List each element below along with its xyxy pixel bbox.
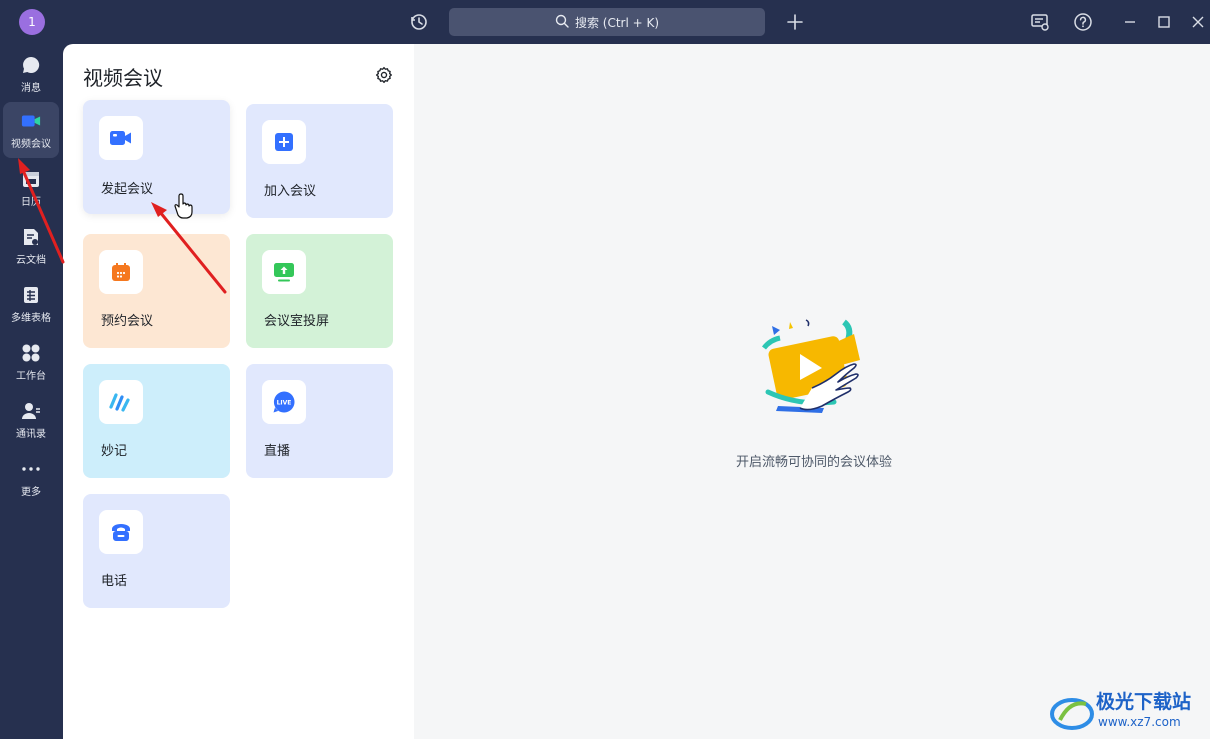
schedule-meeting-button[interactable]: 预约会议 [83, 234, 230, 348]
title-bar: 1 搜索 (Ctrl + K) [0, 0, 1210, 44]
start-meeting-button[interactable]: 发起会议 [83, 100, 230, 214]
table-icon [21, 285, 41, 305]
watermark-url: www.xz7.com [1098, 715, 1181, 729]
add-icon[interactable] [782, 9, 808, 35]
search-input[interactable]: 搜索 (Ctrl + K) [449, 8, 765, 36]
history-icon[interactable] [406, 9, 432, 35]
sidebar-item-video-meeting[interactable]: 视频会议 [3, 102, 59, 158]
search-placeholder: 搜索 (Ctrl + K) [574, 15, 660, 30]
more-dots-icon [21, 459, 41, 479]
calendar-icon [99, 250, 143, 294]
maximize-icon[interactable] [1151, 9, 1177, 35]
gear-icon[interactable] [373, 64, 395, 86]
card-label: 妙记 [101, 444, 128, 459]
minutes-icon [99, 380, 143, 424]
watermark-title: 极光下载站 [1096, 690, 1191, 713]
sidebar-item-bitable[interactable]: 多维表格 [3, 276, 59, 332]
video-meeting-panel: 视频会议 发起会议 加入会议 预约会议 会议室投屏 妙记 LIVE 直播 电话 [63, 44, 414, 739]
help-icon[interactable] [1070, 9, 1096, 35]
phone-button[interactable]: 电话 [83, 494, 230, 608]
cloud-doc-icon [21, 227, 41, 247]
minimize-icon[interactable] [1117, 9, 1143, 35]
sidebar-item-label: 云文档 [16, 254, 46, 266]
sidebar-item-label: 视频会议 [11, 138, 51, 150]
main-content: 开启流畅可协同的会议体验 极光下载站 www.xz7.com [414, 44, 1210, 739]
video-camera-icon [21, 111, 41, 131]
sidebar-item-calendar[interactable]: 日历 [3, 160, 59, 216]
search-icon [555, 14, 569, 31]
live-icon: LIVE [262, 380, 306, 424]
card-label: 发起会议 [101, 182, 154, 197]
chat-bubble-icon [21, 55, 41, 75]
card-label: 电话 [101, 574, 128, 589]
page-title: 视频会议 [83, 66, 163, 90]
sidebar-item-label: 更多 [21, 486, 41, 498]
sidebar-item-label: 通讯录 [16, 428, 46, 440]
sidebar-item-label: 工作台 [16, 370, 46, 382]
sidebar-item-contacts[interactable]: 通讯录 [3, 392, 59, 448]
phone-icon [99, 510, 143, 554]
notification-icon[interactable] [1027, 9, 1053, 35]
sidebar-item-label: 多维表格 [11, 312, 51, 324]
sidebar-item-cloud-docs[interactable]: 云文档 [3, 218, 59, 274]
site-watermark-logo: 极光下载站 www.xz7.com [1050, 684, 1210, 739]
empty-state-text: 开启流畅可协同的会议体验 [735, 455, 892, 470]
join-meeting-button[interactable]: 加入会议 [246, 104, 393, 218]
card-label: 会议室投屏 [264, 314, 330, 329]
contacts-icon [21, 401, 41, 421]
video-camera-icon [99, 116, 143, 160]
svg-text:LIVE: LIVE [277, 400, 292, 407]
calendar-icon [21, 169, 41, 189]
card-label: 加入会议 [264, 184, 317, 199]
sidebar-item-messages[interactable]: 消息 [3, 46, 59, 102]
room-screen-share-button[interactable]: 会议室投屏 [246, 234, 393, 348]
sidebar-item-label: 消息 [21, 82, 41, 94]
meeting-illustration [754, 314, 874, 428]
close-icon[interactable] [1185, 9, 1210, 35]
card-label: 预约会议 [101, 314, 154, 329]
sidebar: 消息 视频会议 日历 云文档 多维表格 工作台 通讯录 更多 [0, 44, 63, 739]
apps-grid-icon [21, 343, 41, 363]
minutes-button[interactable]: 妙记 [83, 364, 230, 478]
avatar[interactable]: 1 [19, 9, 45, 35]
sidebar-item-workplace[interactable]: 工作台 [3, 334, 59, 390]
screen-share-icon [262, 250, 306, 294]
sidebar-item-label: 日历 [21, 196, 41, 208]
card-label: 直播 [264, 444, 291, 459]
live-button[interactable]: LIVE 直播 [246, 364, 393, 478]
sidebar-item-more[interactable]: 更多 [3, 450, 59, 506]
plus-square-icon [262, 120, 306, 164]
